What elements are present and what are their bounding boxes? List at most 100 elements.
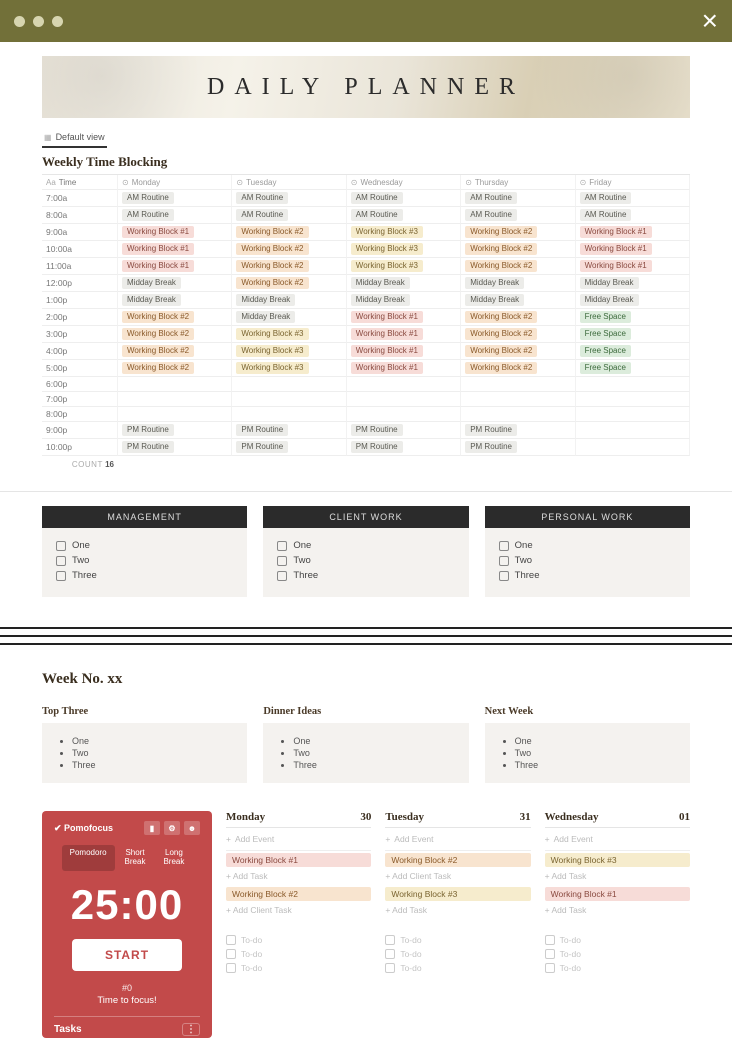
timeblock-pill[interactable]: PM Routine	[465, 424, 517, 436]
timeblock-cell[interactable]: AM Routine	[118, 190, 232, 207]
timeblock-pill[interactable]: Midday Break	[122, 294, 181, 306]
pomo-tab[interactable]: ShortBreak	[117, 845, 154, 871]
checkbox-icon[interactable]	[499, 571, 509, 581]
checklist-item[interactable]: Two	[56, 553, 233, 568]
timeblock-cell[interactable]: Working Block #3	[347, 241, 461, 258]
timeblock-cell[interactable]: Working Block #2	[232, 224, 346, 241]
checkbox-icon[interactable]	[385, 935, 395, 945]
timeblock-pill[interactable]: Midday Break	[580, 294, 639, 306]
checklist-item[interactable]: One	[56, 538, 233, 553]
timeblock-cell[interactable]: Working Block #1	[118, 258, 232, 275]
timeblock-cell[interactable]: AM Routine	[118, 207, 232, 224]
note-item[interactable]: Two	[72, 747, 231, 759]
add-task-button[interactable]: + Add Task	[545, 901, 690, 919]
timeblock-pill[interactable]: Working Block #1	[351, 311, 423, 323]
timeblock-cell[interactable]: AM Routine	[347, 190, 461, 207]
timeblock-cell[interactable]: Working Block #1	[347, 309, 461, 326]
timeblock-pill[interactable]: PM Routine	[351, 441, 403, 453]
add-task-button[interactable]: + Add Client Task	[226, 901, 371, 919]
timeblock-pill[interactable]: Midday Break	[122, 277, 181, 289]
window-dot[interactable]	[14, 16, 25, 27]
timeblock-cell[interactable]	[576, 407, 690, 422]
timeblock-pill[interactable]: Working Block #1	[351, 328, 423, 340]
timeblock-pill[interactable]: Working Block #1	[122, 243, 194, 255]
todo-item[interactable]: To-do	[545, 933, 690, 947]
add-task-button[interactable]: + Add Client Task	[385, 867, 530, 885]
pomo-start-button[interactable]: START	[72, 939, 182, 971]
timeblock-cell[interactable]: Working Block #2	[461, 343, 575, 360]
add-task-button[interactable]: + Add Task	[385, 901, 530, 919]
timeblock-cell[interactable]: Working Block #2	[118, 326, 232, 343]
timeblock-cell[interactable]: Working Block #2	[461, 309, 575, 326]
timeblock-cell[interactable]: Midday Break	[347, 275, 461, 292]
timeblock-cell[interactable]: PM Routine	[347, 422, 461, 439]
timeblock-cell[interactable]: Free Space	[576, 309, 690, 326]
timeblock-pill[interactable]: PM Routine	[351, 424, 403, 436]
checkbox-icon[interactable]	[56, 556, 66, 566]
timeblock-cell[interactable]	[118, 407, 232, 422]
todo-item[interactable]: To-do	[385, 947, 530, 961]
timeblock-pill[interactable]: Working Block #2	[236, 243, 308, 255]
timeblock-cell[interactable]: PM Routine	[461, 422, 575, 439]
timeblock-cell[interactable]: Working Block #3	[232, 326, 346, 343]
timeblock-pill[interactable]: Working Block #3	[236, 345, 308, 357]
more-icon[interactable]: ⋮	[182, 1023, 200, 1036]
timeblock-cell[interactable]: PM Routine	[461, 439, 575, 456]
timeblock-cell[interactable]: Working Block #1	[347, 343, 461, 360]
todo-item[interactable]: To-do	[385, 961, 530, 975]
timeblock-pill[interactable]: Working Block #2	[465, 243, 537, 255]
timeblock-cell[interactable]: Working Block #2	[232, 258, 346, 275]
checkbox-icon[interactable]	[226, 935, 236, 945]
timeblock-cell[interactable]	[461, 407, 575, 422]
timeblock-pill[interactable]: AM Routine	[351, 209, 403, 221]
timeblock-cell[interactable]: Midday Break	[576, 275, 690, 292]
pomo-tab[interactable]: Pomodoro	[62, 845, 115, 871]
timeblock-pill[interactable]: Working Block #2	[465, 260, 537, 272]
timeblock-cell[interactable]	[576, 439, 690, 456]
timeblock-pill[interactable]: Midday Break	[236, 294, 295, 306]
timeblock-pill[interactable]: Working Block #2	[122, 328, 194, 340]
todo-item[interactable]: To-do	[226, 947, 371, 961]
timeblock-cell[interactable]	[347, 377, 461, 392]
timeblock-cell[interactable]: AM Routine	[576, 190, 690, 207]
timeblock-cell[interactable]: AM Routine	[461, 207, 575, 224]
timeblock-cell[interactable]: PM Routine	[232, 439, 346, 456]
add-task-button[interactable]: + Add Task	[545, 867, 690, 885]
timeblock-pill[interactable]: AM Routine	[236, 209, 288, 221]
timeblock-cell[interactable]: Midday Break	[118, 275, 232, 292]
timeblock-cell[interactable]: AM Routine	[347, 207, 461, 224]
timeblock-cell[interactable]: PM Routine	[118, 422, 232, 439]
timeblock-pill[interactable]: Working Block #2	[465, 345, 537, 357]
timeblock-pill[interactable]: PM Routine	[236, 441, 288, 453]
close-icon[interactable]: ×	[702, 7, 718, 35]
timeblock-cell[interactable]: Free Space	[576, 343, 690, 360]
timeblock-pill[interactable]: PM Routine	[122, 424, 174, 436]
timeblock-pill[interactable]: AM Routine	[236, 192, 288, 204]
timeblock-cell[interactable]: Working Block #1	[118, 241, 232, 258]
todo-item[interactable]: To-do	[226, 933, 371, 947]
timeblock-cell[interactable]: Working Block #3	[347, 224, 461, 241]
timeblock-cell[interactable]: Free Space	[576, 360, 690, 377]
timeblock-cell[interactable]: Midday Break	[232, 292, 346, 309]
view-tab-default[interactable]: ▦ Default view	[42, 128, 107, 148]
timeblock-cell[interactable]: Working Block #3	[232, 360, 346, 377]
note-item[interactable]: One	[515, 735, 674, 747]
timeblock-pill[interactable]: Working Block #2	[122, 362, 194, 374]
window-dot[interactable]	[33, 16, 44, 27]
add-task-button[interactable]: + Add Task	[226, 867, 371, 885]
add-event-button[interactable]: + Add Event	[226, 830, 371, 848]
checkbox-icon[interactable]	[385, 963, 395, 973]
timeblock-cell[interactable]: Working Block #2	[118, 309, 232, 326]
timeblock-cell[interactable]	[232, 407, 346, 422]
timeblock-pill[interactable]: PM Routine	[122, 441, 174, 453]
checkbox-icon[interactable]	[545, 949, 555, 959]
timeblock-cell[interactable]	[118, 392, 232, 407]
checkbox-icon[interactable]	[385, 949, 395, 959]
timeblock-pill[interactable]: Working Block #1	[351, 362, 423, 374]
timeblock-pill[interactable]: Working Block #3	[351, 243, 423, 255]
day-block[interactable]: Working Block #1	[226, 853, 371, 867]
timeblock-pill[interactable]: Working Block #2	[122, 345, 194, 357]
day-block[interactable]: Working Block #3	[385, 887, 530, 901]
timeblock-pill[interactable]: Working Block #2	[465, 311, 537, 323]
user-icon[interactable]: ☻	[184, 821, 200, 835]
